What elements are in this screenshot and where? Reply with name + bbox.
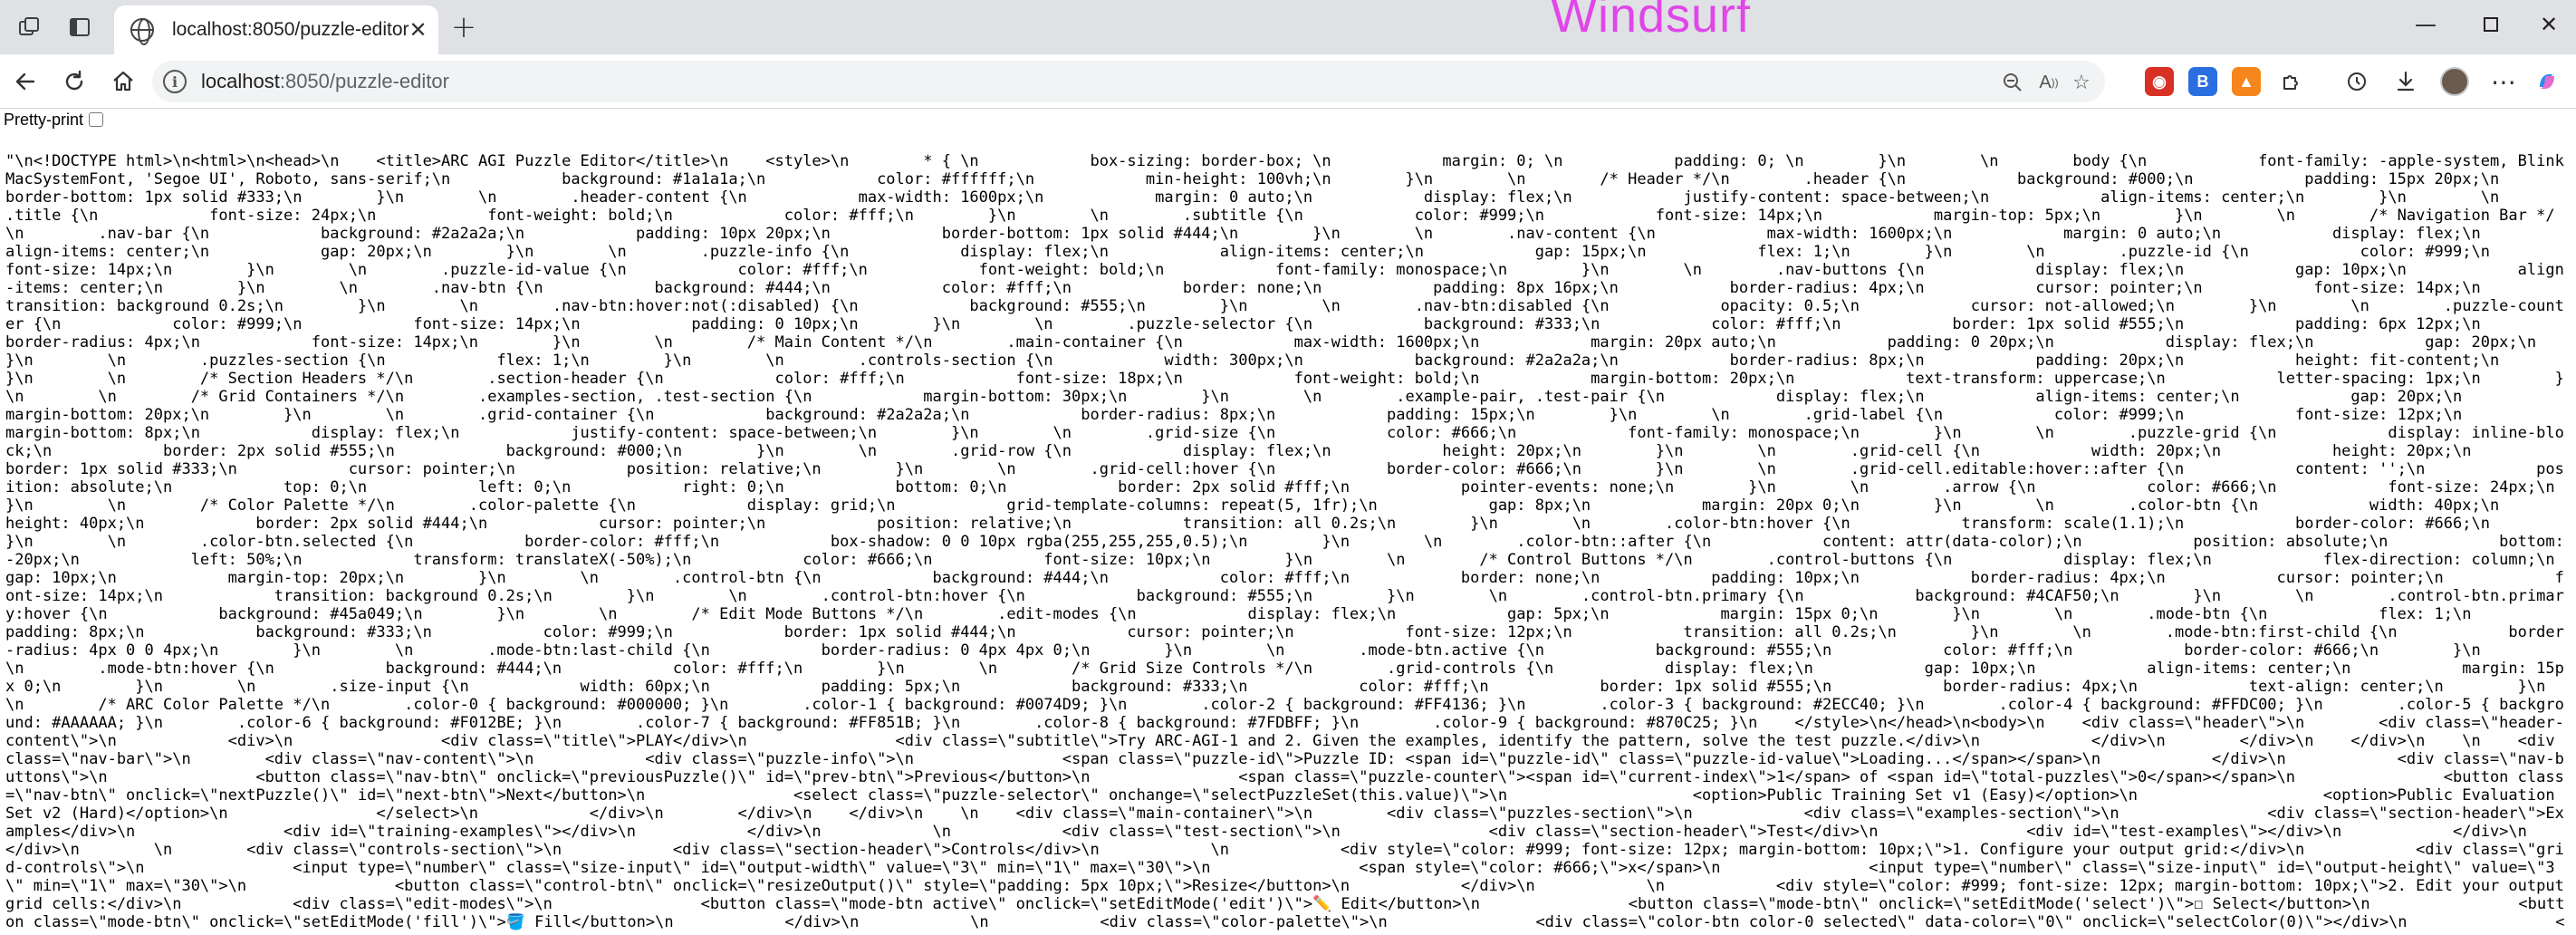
back-arrow-icon[interactable] xyxy=(5,62,45,101)
pretty-print-toggle[interactable]: Pretty-print xyxy=(4,110,104,129)
address-bar[interactable]: i localhost:8050/puzzle-editor A)) ☆ xyxy=(152,61,2105,102)
ublock-icon[interactable]: ◉ xyxy=(2145,67,2174,96)
url-host: localhost xyxy=(201,70,280,92)
tab-actions-icon[interactable] xyxy=(60,7,100,47)
pretty-print-checkbox[interactable] xyxy=(89,112,104,127)
browser-toolbar: i localhost:8050/puzzle-editor A)) ☆ ◉ B… xyxy=(0,54,2576,109)
download-icon[interactable] xyxy=(2386,62,2426,101)
tab-title: localhost:8050/puzzle-editor xyxy=(172,19,409,40)
active-tab[interactable]: localhost:8050/puzzle-editor ✕ xyxy=(114,5,438,54)
maximize-icon[interactable] xyxy=(2464,5,2518,43)
read-aloud-icon[interactable]: A)) xyxy=(2036,70,2062,95)
globe-icon xyxy=(130,18,154,45)
watermark: Windsurf xyxy=(1551,0,1752,43)
close-icon[interactable]: ✕ xyxy=(2522,5,2576,43)
copilot-icon[interactable] xyxy=(2527,62,2567,101)
history-icon[interactable] xyxy=(2337,62,2377,101)
plus-icon[interactable]: + xyxy=(446,9,482,45)
raw-source-text: "\n<!DOCTYPE html>\n<html>\n<head>\n <ti… xyxy=(5,152,2565,931)
url-path: :8050/puzzle-editor xyxy=(279,70,449,92)
zoom-out-icon[interactable] xyxy=(2000,70,2025,95)
metamask-icon[interactable]: ▲ xyxy=(2232,67,2261,96)
minimize-icon[interactable]: — xyxy=(2398,5,2453,43)
puzzle-icon[interactable] xyxy=(2272,62,2312,101)
tab-strip: localhost:8050/puzzle-editor ✕ + Windsur… xyxy=(0,0,2576,54)
star-icon[interactable]: ☆ xyxy=(2069,70,2094,95)
avatar[interactable] xyxy=(2435,62,2475,101)
extension-b-icon[interactable]: B xyxy=(2188,67,2217,96)
reload-icon[interactable] xyxy=(54,62,94,101)
info-icon[interactable]: i xyxy=(163,70,187,93)
close-icon[interactable]: ✕ xyxy=(409,17,428,43)
url-text[interactable]: localhost:8050/puzzle-editor xyxy=(201,70,449,93)
workspaces-icon[interactable] xyxy=(9,7,49,47)
more-icon[interactable]: ⋯ xyxy=(2484,62,2523,101)
pretty-print-label: Pretty-print xyxy=(4,110,84,129)
home-icon[interactable] xyxy=(103,62,143,101)
